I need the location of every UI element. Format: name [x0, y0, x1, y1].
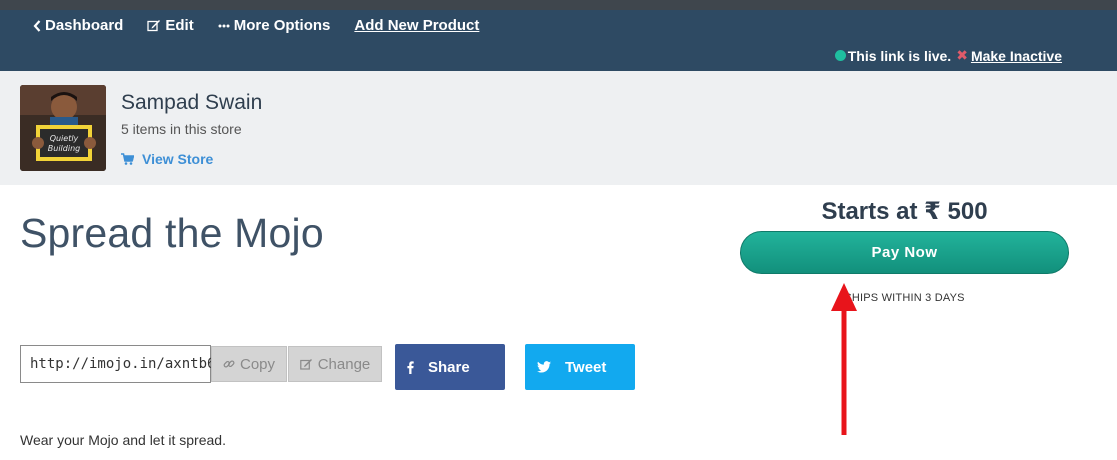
more-options-link[interactable]: More Options	[218, 17, 331, 34]
avatar-sign-line-1: Quietly	[50, 134, 79, 143]
change-button[interactable]: Change	[288, 346, 382, 382]
edit-icon	[299, 358, 313, 370]
avatar[interactable]: Quietly Building	[20, 85, 106, 171]
share-label: Share	[428, 358, 470, 376]
product-description: Wear your Mojo and let it spread.	[20, 432, 226, 448]
store-item-count: 5 items in this store	[121, 121, 242, 137]
edit-link[interactable]: Edit	[147, 17, 194, 34]
shipping-info: SHIPS WITHIN 3 DAYS	[844, 292, 965, 304]
view-store-label: View Store	[142, 151, 214, 167]
more-options-label: More Options	[233, 17, 331, 34]
copy-label: Copy	[239, 355, 276, 373]
live-status-text: This link is live.	[847, 47, 952, 64]
add-new-product-link[interactable]: Add New Product	[354, 17, 479, 34]
store-profile: Quietly Building Sampad Swain 5 items in…	[0, 71, 1117, 185]
close-icon: ✖	[956, 47, 968, 63]
copy-button[interactable]: Copy	[211, 346, 287, 382]
avatar-sign-line-2: Building	[48, 144, 80, 153]
make-inactive-link[interactable]: Make Inactive	[971, 48, 1062, 64]
product-link-field[interactable]: http://imojo.in/axntb6	[20, 345, 215, 383]
top-navigation-bar: Dashboard Edit More Options Add New Prod…	[0, 10, 1117, 71]
nav-links: Dashboard Edit More Options Add New Prod…	[33, 17, 503, 34]
link-icon	[223, 358, 235, 370]
twitter-icon	[537, 361, 551, 373]
edit-label: Edit	[165, 17, 194, 34]
store-owner-name: Sampad Swain	[121, 91, 263, 114]
ellipsis-icon	[218, 24, 230, 28]
view-store-link[interactable]: View Store	[121, 151, 213, 167]
twitter-tweet-button[interactable]: Tweet	[525, 344, 635, 390]
live-status-dot	[834, 50, 846, 61]
add-new-product-label: Add New Product	[354, 17, 480, 34]
change-label: Change	[317, 355, 371, 373]
pay-now-button[interactable]: Pay Now	[740, 231, 1069, 274]
facebook-share-button[interactable]: Share	[395, 344, 505, 390]
annotation-arrow	[831, 283, 857, 435]
edit-icon	[147, 19, 161, 32]
tweet-label: Tweet	[565, 358, 607, 376]
link-status: This link is live. ✖ Make Inactive	[834, 47, 1062, 64]
shopping-cart-icon	[121, 153, 134, 165]
product-title: Spread the Mojo	[20, 210, 324, 256]
dashboard-link[interactable]: Dashboard	[33, 17, 123, 34]
product-price: Starts at ₹ 500	[821, 198, 988, 225]
facebook-icon	[407, 360, 414, 374]
chevron-left-icon	[33, 19, 41, 32]
dashboard-label: Dashboard	[45, 17, 124, 34]
top-strip	[0, 0, 1117, 10]
